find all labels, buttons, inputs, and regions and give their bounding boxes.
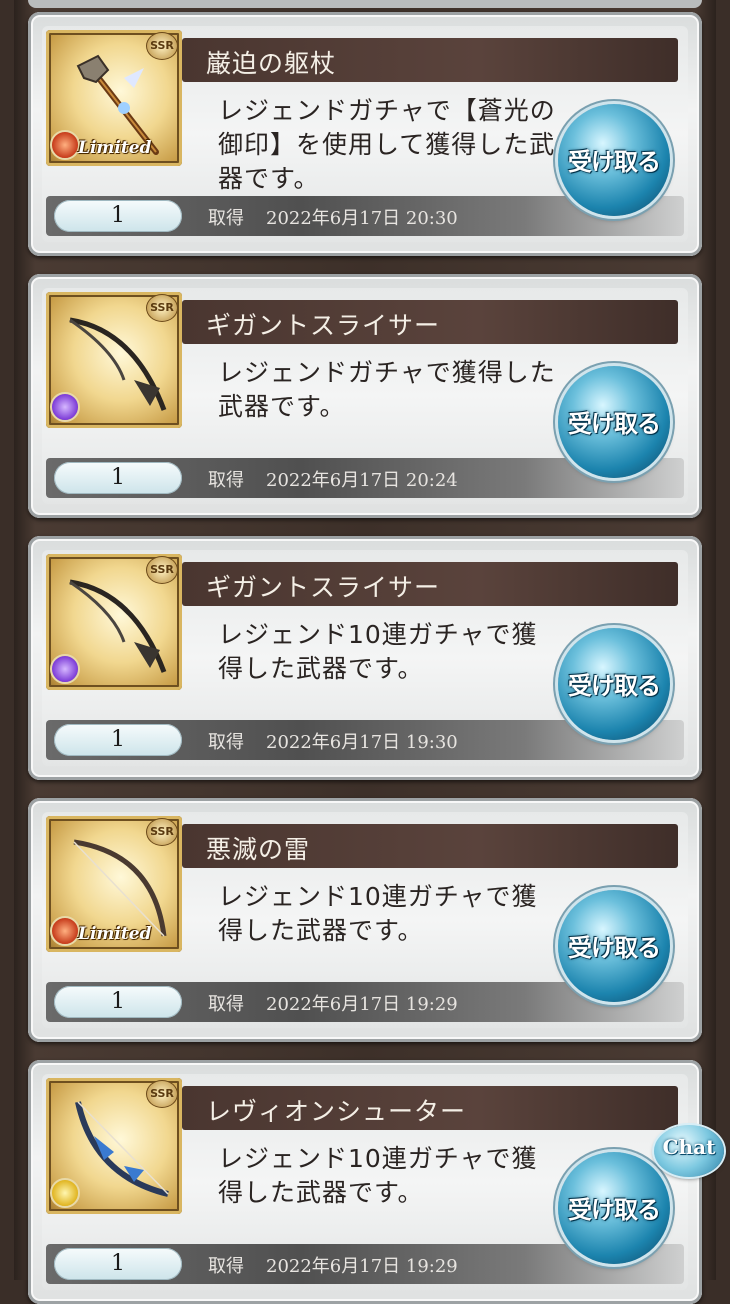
receive-button-label: 受け取る [568,672,661,700]
acquired-date: 2022年6月17日 20:24 [266,470,458,491]
title-bar: レヴィオンシューター [182,1086,678,1130]
acquired-date: 2022年6月17日 19:30 [266,732,458,753]
receive-button-label: 受け取る [568,934,661,962]
chat-button[interactable]: Chat [654,1125,728,1183]
acquired-date: 2022年6月17日 19:29 [266,994,458,1015]
item-description: レジェンドガチャで獲得した武器です。 [218,358,556,421]
dark-element-icon [50,654,80,684]
acquired-date: 2022年6月17日 19:29 [266,1256,458,1277]
title-bar: 悪滅の雷 [182,824,678,868]
rarity-badge: SSR [146,556,178,584]
present-item-card: ギガントスライサー SSR レジェンド10連ガチャで獲得した武器です。 1 取得… [28,536,702,780]
present-item-card: レヴィオンシューター SSR レジェンド10連ガチャで獲得した武器です。 1 取… [28,1060,702,1304]
weapon-thumbnail: SSR [46,292,182,428]
acquired-info: 取得 2022年6月17日 19:29 [208,1252,458,1278]
fire-element-icon [50,130,80,160]
item-title: ギガントスライサー [206,573,441,602]
receive-button[interactable]: 受け取る [558,890,670,1002]
card-body: 悪滅の雷 SSR Limited レジェンド10連ガチャで獲得した武器です。 1… [42,812,688,1028]
item-description: レジェンド10連ガチャで獲得した武器です。 [218,620,538,683]
fire-element-icon [50,916,80,946]
acquired-label: 取得 [208,732,244,753]
card-body: ギガントスライサー SSR レジェンド10連ガチャで獲得した武器です。 1 取得… [42,550,688,766]
limited-label: Limited [78,138,152,158]
card-body: レヴィオンシューター SSR レジェンド10連ガチャで獲得した武器です。 1 取… [42,1074,688,1290]
scythe-icon [69,317,167,411]
rarity-badge: SSR [146,294,178,322]
quantity-badge: 1 [54,724,182,756]
quantity-badge: 1 [54,1248,182,1280]
item-description: レジェンド10連ガチャで獲得した武器です。 [218,1144,538,1207]
acquired-label: 取得 [208,470,244,491]
item-title: 悪滅の雷 [206,835,311,864]
present-item-card: 巌迫の躯杖 SSR Limited レジェンドガチャで【蒼光の御印】を使用して獲… [28,12,702,256]
card-body: 巌迫の躯杖 SSR Limited レジェンドガチャで【蒼光の御印】を使用して獲… [42,26,688,242]
acquired-info: 取得 2022年6月17日 19:30 [208,728,458,754]
acquired-label: 取得 [208,208,244,229]
previous-card-edge [28,0,702,8]
rarity-badge: SSR [146,818,178,846]
present-item-card: ギガントスライサー SSR レジェンドガチャで獲得した武器です。 1 取得 202… [28,274,702,518]
item-title: 巌迫の躯杖 [206,49,337,78]
item-title: ギガントスライサー [206,311,441,340]
quantity-badge: 1 [54,986,182,1018]
bow-icon [75,1101,169,1197]
acquired-label: 取得 [208,994,244,1015]
rarity-badge: SSR [146,32,178,60]
title-bar: ギガントスライサー [182,562,678,606]
weapon-thumbnail: SSR [46,554,182,690]
quantity-badge: 1 [54,200,182,232]
receive-button-label: 受け取る [568,410,661,438]
weapon-thumbnail: SSR [46,1078,182,1214]
item-description: レジェンド10連ガチャで獲得した武器です。 [218,882,538,945]
acquired-info: 取得 2022年6月17日 19:29 [208,990,458,1016]
present-item-card: 悪滅の雷 SSR Limited レジェンド10連ガチャで獲得した武器です。 1… [28,798,702,1042]
acquired-label: 取得 [208,1256,244,1277]
light-element-icon [50,1178,80,1208]
title-bar: ギガントスライサー [182,300,678,344]
receive-button-label: 受け取る [568,1196,661,1224]
rarity-badge: SSR [146,1080,178,1108]
weapon-thumbnail: SSR Limited [46,30,182,166]
receive-button[interactable]: 受け取る [558,366,670,478]
chat-label: Chat [662,1135,716,1159]
card-body: ギガントスライサー SSR レジェンドガチャで獲得した武器です。 1 取得 202… [42,288,688,504]
receive-button-label: 受け取る [568,148,661,176]
acquired-date: 2022年6月17日 20:30 [266,208,458,229]
receive-button[interactable]: 受け取る [558,104,670,216]
limited-label: Limited [78,924,152,944]
acquired-info: 取得 2022年6月17日 20:30 [208,204,458,230]
title-bar: 巌迫の躯杖 [182,38,678,82]
dark-element-icon [50,392,80,422]
quantity-badge: 1 [54,462,182,494]
item-description: レジェンドガチャで【蒼光の御印】を使用して獲得した武器です。 [218,96,556,193]
weapon-thumbnail: SSR Limited [46,816,182,952]
item-title: レヴィオンシューター [206,1097,467,1126]
scythe-icon [69,579,167,673]
receive-button[interactable]: 受け取る [558,628,670,740]
acquired-info: 取得 2022年6月17日 20:24 [208,466,458,492]
